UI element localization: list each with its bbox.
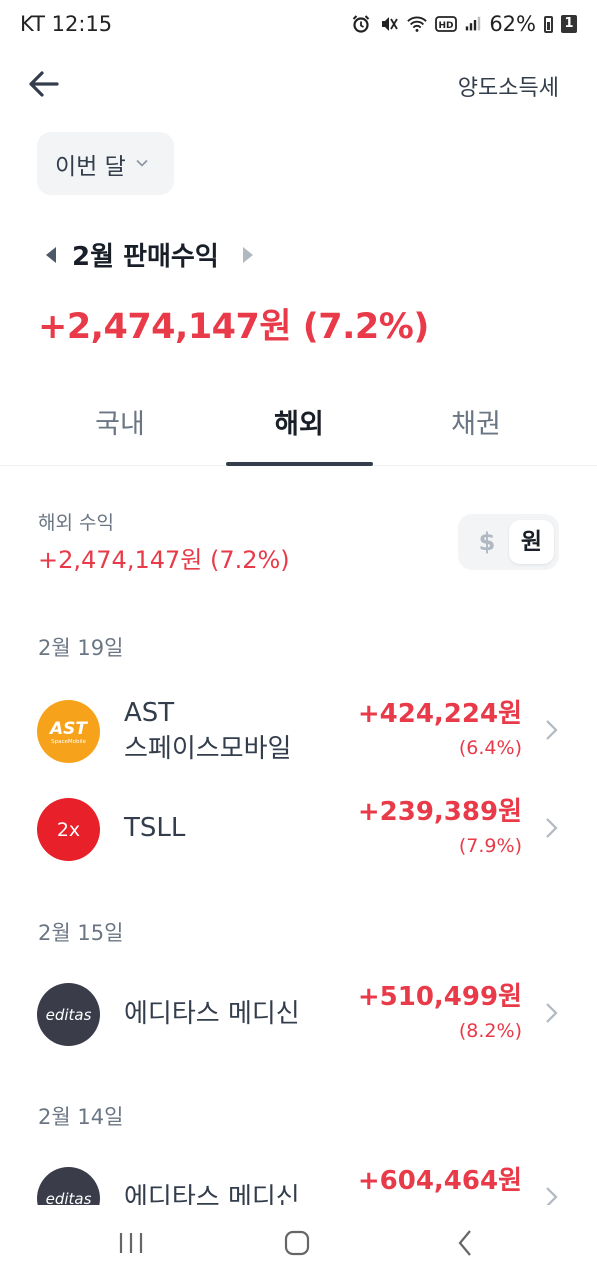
currency-toggle: $ 원 bbox=[458, 514, 559, 570]
currency-won-option[interactable]: 원 bbox=[509, 520, 554, 564]
month-title: 2월 판매수익 bbox=[72, 242, 219, 272]
home-button[interactable] bbox=[272, 1225, 322, 1261]
status-bar: KT 12:15 HD 62% 1 bbox=[0, 0, 597, 52]
date-header: 2월 14일 bbox=[38, 1105, 124, 1129]
logo-text: editas bbox=[45, 1005, 92, 1024]
system-back-button[interactable] bbox=[440, 1225, 490, 1261]
date-header: 2월 15일 bbox=[38, 921, 124, 945]
triangle-right-icon bbox=[242, 246, 253, 263]
arrow-left-icon bbox=[29, 71, 59, 97]
stock-name-line2: 스페이스모바일 bbox=[124, 734, 292, 764]
sim-badge: 1 bbox=[561, 15, 577, 33]
list-item[interactable]: AST SpaceMobile AST 스페이스모바일 +424,224원 (6… bbox=[0, 683, 597, 781]
signal-icon bbox=[466, 16, 481, 31]
profit-amount: +239,389원 bbox=[357, 797, 522, 827]
profit-amount: +510,499원 bbox=[357, 982, 522, 1012]
period-select[interactable]: 이번 달 bbox=[37, 132, 174, 195]
header: 양도소득세 bbox=[0, 56, 597, 112]
mute-icon bbox=[382, 17, 399, 31]
next-month-button[interactable] bbox=[237, 237, 259, 273]
battery-percent: 62% bbox=[489, 12, 536, 36]
total-profit: +2,474,147원 (7.2%) bbox=[38, 307, 429, 347]
chevron-right-icon bbox=[546, 720, 558, 740]
chevron-down-icon bbox=[136, 156, 148, 171]
chevron-right-icon bbox=[546, 818, 558, 838]
hd-icon: HD bbox=[435, 16, 458, 32]
svg-text:HD: HD bbox=[439, 21, 454, 31]
logo-text: 2x bbox=[56, 818, 81, 841]
profit-amount: +604,464원 bbox=[357, 1166, 522, 1196]
tab-bonds[interactable]: 채권 bbox=[402, 402, 550, 441]
profit-percent: (7.9%) bbox=[458, 835, 522, 857]
tab-domestic[interactable]: 국내 bbox=[46, 402, 194, 441]
svg-text:AST: AST bbox=[48, 719, 88, 739]
profit-amount: +424,224원 bbox=[357, 699, 522, 729]
overseas-profit-value: +2,474,147원 (7.2%) bbox=[38, 546, 290, 574]
stock-name: 에디타스 메디신 bbox=[124, 999, 300, 1029]
recent-apps-icon bbox=[119, 1233, 143, 1253]
battery-icon bbox=[544, 15, 553, 33]
prev-month-button[interactable] bbox=[40, 237, 62, 273]
svg-text:SpaceMobile: SpaceMobile bbox=[51, 739, 86, 745]
stock-name: AST bbox=[124, 698, 175, 728]
editas-logo: editas bbox=[37, 983, 100, 1046]
period-label: 이번 달 bbox=[55, 153, 126, 180]
tab-indicator bbox=[226, 462, 373, 466]
triangle-left-icon bbox=[46, 246, 56, 263]
chevron-right-icon bbox=[546, 1003, 558, 1023]
capital-gains-tax-link[interactable]: 양도소득세 bbox=[458, 70, 559, 102]
month-nav: 2월 판매수익 bbox=[40, 236, 259, 273]
status-icons: HD 62% 1 bbox=[351, 12, 577, 36]
carrier-time: KT 12:15 bbox=[20, 12, 113, 36]
currency-dollar-option[interactable]: $ bbox=[468, 520, 506, 564]
date-header: 2월 19일 bbox=[38, 636, 124, 660]
stock-name: TSLL bbox=[124, 813, 186, 843]
profit-percent: (6.4%) bbox=[458, 737, 522, 759]
wifi-icon bbox=[407, 16, 428, 32]
market-tabs: 국내 해외 채권 bbox=[0, 392, 597, 466]
alarm-icon bbox=[353, 15, 370, 33]
back-button[interactable] bbox=[24, 64, 64, 104]
tsll-logo: 2x bbox=[37, 798, 100, 861]
overseas-profit-label: 해외 수익 bbox=[38, 512, 114, 534]
back-icon bbox=[458, 1230, 471, 1256]
system-nav-bar bbox=[0, 1205, 597, 1280]
list-item[interactable]: 2x TSLL +239,389원 (7.9%) bbox=[0, 781, 597, 879]
profit-percent: (8.2%) bbox=[458, 1020, 522, 1042]
home-icon bbox=[284, 1230, 310, 1256]
ast-spacemobile-logo: AST SpaceMobile bbox=[37, 700, 100, 763]
tab-overseas[interactable]: 해외 bbox=[225, 402, 373, 441]
recent-apps-button[interactable] bbox=[106, 1225, 156, 1261]
list-item[interactable]: editas 에디타스 메디신 +510,499원 (8.2%) bbox=[0, 966, 597, 1064]
